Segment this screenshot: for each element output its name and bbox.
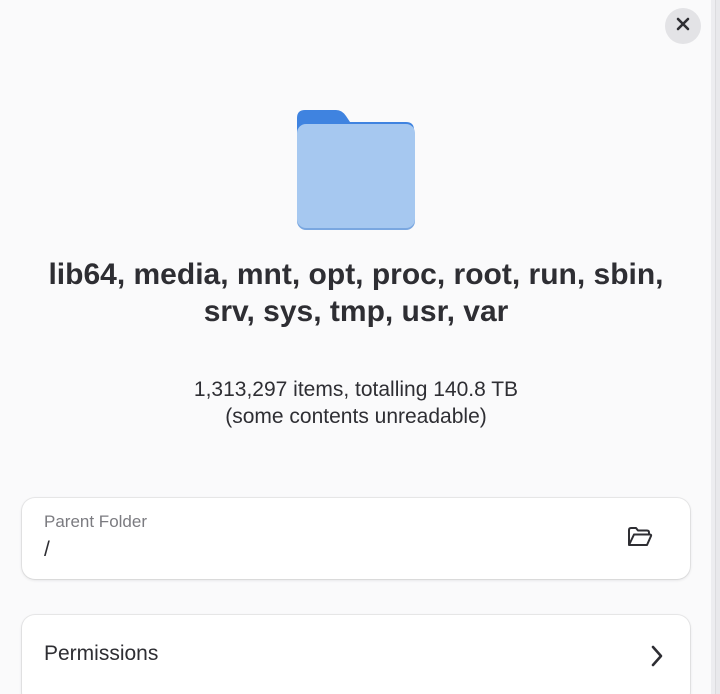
permissions-row[interactable]: Permissions — [22, 615, 690, 694]
open-parent-folder-button[interactable] — [625, 524, 655, 554]
title-line: lib64, media, mnt, opt, proc, root, run,… — [48, 258, 664, 291]
chevron-right-icon — [644, 642, 670, 670]
open-folder-icon — [627, 526, 653, 553]
parent-folder-row: Parent Folder / — [22, 498, 690, 579]
summary-line: (some contents unreadable) — [225, 405, 487, 428]
contents-summary: 1,313,297 items, totalling 140.8 TB (som… — [20, 376, 692, 430]
selection-title: lib64, media, mnt, opt, proc, root, run,… — [20, 256, 692, 330]
permissions-label: Permissions — [44, 642, 159, 665]
summary-line: 1,313,297 items, totalling 140.8 TB — [193, 378, 519, 401]
close-icon — [676, 17, 690, 36]
parent-folder-value: / — [44, 538, 50, 561]
properties-dialog: lib64, media, mnt, opt, proc, root, run,… — [0, 0, 716, 694]
folder-icon — [296, 108, 416, 232]
scrollbar[interactable] — [711, 0, 715, 694]
parent-folder-label: Parent Folder — [44, 512, 147, 531]
close-button[interactable] — [665, 8, 701, 44]
title-line: srv, sys, tmp, usr, var — [203, 295, 509, 328]
